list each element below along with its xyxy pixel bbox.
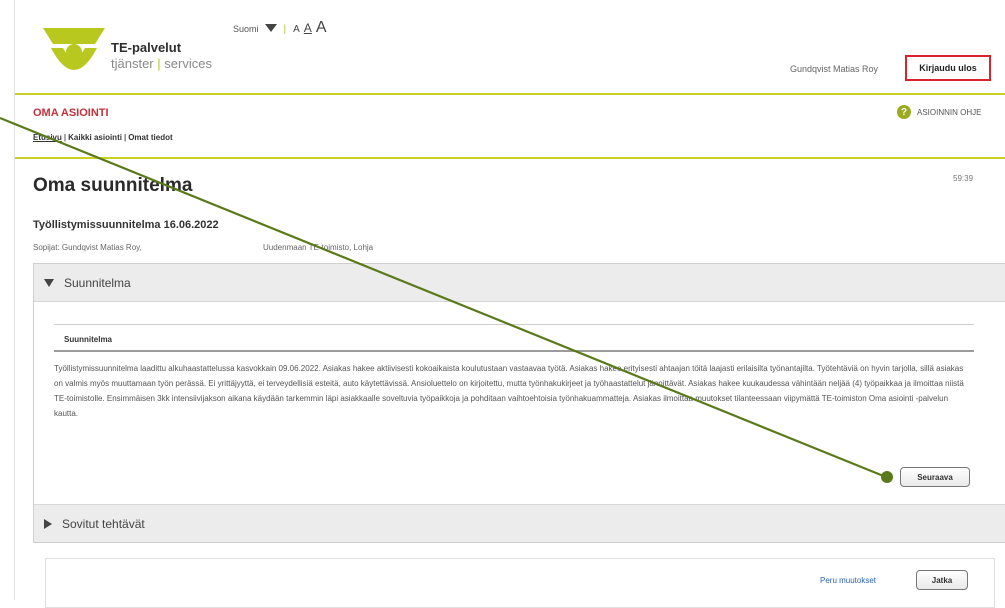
breadcrumb-nav: Etusivu | Kaikki asiointi | Omat tiedot [33,133,173,142]
accordion-header-plan[interactable]: Suunnitelma [34,264,1005,302]
user-name: Gundqvist Matias Roy [790,64,879,74]
plan-accordion: Suunnitelma Suunnitelma Työllistymissuun… [33,263,1005,543]
plan-office: Uudenmaan TE-toimisto, Lohja [263,243,374,252]
font-size-medium-button[interactable]: A [304,21,312,35]
header-divider [15,93,1005,95]
triangle-down-icon[interactable] [44,278,54,287]
divider [54,324,974,325]
plan-text: Työllistymissuunnitelma laadittu alkuhaa… [54,364,964,418]
brand-name: TE-palvelut [111,40,182,55]
plan-title: Työllistymissuunnitelma 16.06.2022 [33,219,219,231]
brand-sub-left: tjänster [111,56,154,71]
language-bar: Suomi | A A A [233,19,326,37]
nav-home[interactable]: Etusivu [33,133,62,142]
language-select[interactable]: Suomi [233,24,259,34]
nav-divider [15,157,1005,159]
brand: TE-palvelut tjänster | services [111,40,212,72]
chevron-down-icon[interactable] [264,24,277,32]
triangle-right-icon[interactable] [44,518,52,529]
te-palvelut-logo[interactable] [39,22,109,82]
logout-button[interactable]: Kirjaudu ulos [905,55,991,81]
action-bar: Peru muutokset Jatka [45,558,995,608]
nav-my-info[interactable]: Omat tiedot [128,133,172,142]
next-button[interactable]: Seuraava [900,467,970,487]
nav-all-services[interactable]: Kaikki asiointi [68,133,122,142]
nav-separator: | [123,133,127,142]
page: TE-palvelut tjänster | services Suomi | … [14,0,1005,608]
accordion-body: Suunnitelma Työllistymissuunnitelma laad… [34,302,1005,504]
brand-sub-right: services [164,56,212,71]
font-size-small-button[interactable]: A [293,24,300,35]
page-title: Oma suunnitelma [33,175,193,196]
continue-button[interactable]: Jatka [916,570,968,590]
brand-subtitle: tjänster | services [111,56,212,72]
plan-parties: Sopijat: Gundqvist Matias Roy, [33,243,142,252]
accordion-label[interactable]: Suunnitelma [64,276,131,290]
session-timer: 59:39 [953,174,974,183]
accordion-header-tasks[interactable]: Sovitut tehtävät [34,504,1005,542]
help-link[interactable]: ? ASIOINNIN OHJE [897,105,981,119]
section-title: OMA ASIOINTI [33,107,109,119]
cancel-changes-link[interactable]: Peru muutokset [820,576,876,585]
divider [54,350,974,352]
divider: | [283,24,287,35]
plan-section-heading: Suunnitelma [64,335,113,344]
brand-sub-separator: | [157,56,161,71]
help-icon[interactable]: ? [897,105,911,119]
accordion-label[interactable]: Sovitut tehtävät [62,517,145,531]
help-label[interactable]: ASIOINNIN OHJE [917,108,981,117]
font-size-large-button[interactable]: A [316,19,327,37]
nav-separator: | [63,133,67,142]
